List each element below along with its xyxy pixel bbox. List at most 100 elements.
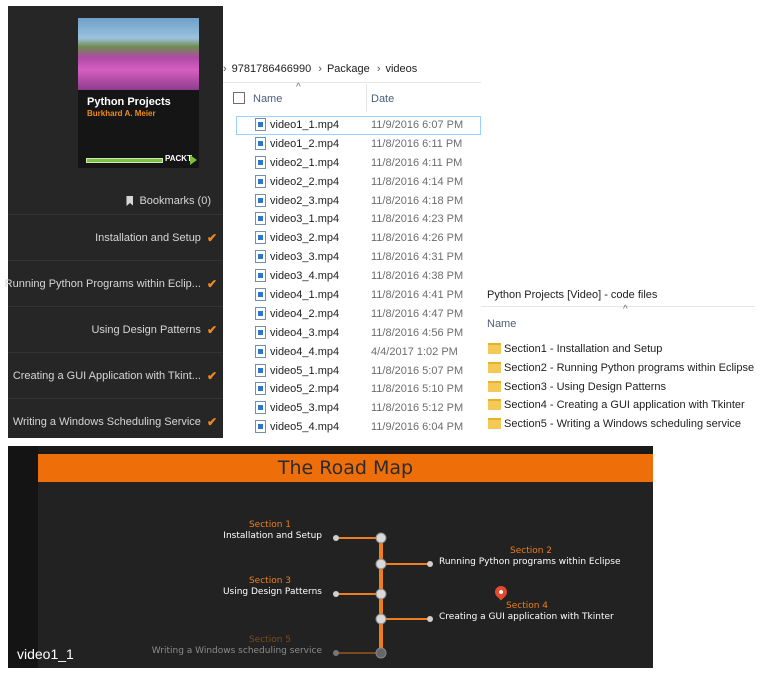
- column-date-header[interactable]: Date: [371, 93, 394, 105]
- file-name: video3_1.mp4: [270, 213, 340, 226]
- timeline-node: [375, 532, 387, 544]
- folder-name: Section2 - Running Python programs withi…: [504, 361, 755, 374]
- file-date: 11/8/2016 4:41 PM: [371, 289, 464, 302]
- select-all-checkbox[interactable]: [233, 92, 245, 104]
- file-row[interactable]: video3_2.mp4 11/8/2016 4:26 PM: [223, 229, 481, 248]
- file-row[interactable]: video5_3.mp4 11/8/2016 5:12 PM: [223, 399, 481, 418]
- folder-row[interactable]: Section4 - Creating a GUI application wi…: [481, 396, 755, 415]
- video-file-icon: [255, 193, 266, 207]
- file-name: video2_2.mp4: [270, 175, 340, 188]
- course-section-item[interactable]: Creating a GUI Application with Tkint...…: [8, 352, 223, 398]
- file-date: 11/8/2016 4:23 PM: [371, 213, 464, 226]
- section-title: Writing a Windows scheduling service: [151, 646, 322, 656]
- file-row[interactable]: video1_1.mp4 11/9/2016 6:07 PM: [236, 116, 481, 135]
- course-sidebar: Python Projects Burkhard A. Meier PACKT …: [5, 6, 223, 438]
- folder-row[interactable]: Section2 - Running Python programs withi…: [481, 359, 755, 378]
- file-name: video4_4.mp4: [270, 345, 340, 358]
- file-row[interactable]: video4_3.mp4 11/8/2016 4:56 PM: [223, 324, 481, 343]
- file-row[interactable]: video3_3.mp4 11/8/2016 4:31 PM: [223, 248, 481, 267]
- section-number: Section 3: [248, 576, 291, 586]
- file-row[interactable]: video4_2.mp4 11/8/2016 4:47 PM: [223, 305, 481, 324]
- video-file-icon: [255, 420, 266, 434]
- folder-name: Section3 - Using Design Patterns: [504, 380, 667, 393]
- file-name: video5_1.mp4: [270, 364, 340, 377]
- course-section-item[interactable]: Installation and Setup ✔: [8, 214, 223, 260]
- cover-author: Burkhard A. Meier: [87, 109, 156, 118]
- videos-explorer: › 9781786466990 › Package › videos ^ Name D…: [223, 56, 481, 438]
- file-name: video4_1.mp4: [270, 289, 340, 302]
- file-row[interactable]: video1_2.mp4 11/8/2016 6:11 PM: [223, 135, 481, 154]
- section-number: Section 5: [248, 635, 291, 645]
- file-date: 11/8/2016 5:10 PM: [371, 383, 464, 396]
- section-number: Section 1: [248, 520, 291, 530]
- checkmark-icon: ✔: [206, 368, 217, 383]
- folder-name: Section5 - Writing a Windows scheduling …: [504, 418, 742, 431]
- file-row[interactable]: video5_4.mp4 11/9/2016 6:04 PM: [223, 418, 481, 437]
- folder-row[interactable]: Section3 - Using Design Patterns: [481, 378, 755, 397]
- file-row[interactable]: video2_2.mp4 11/8/2016 4:14 PM: [223, 173, 481, 192]
- sort-ascending-icon: ^: [623, 304, 628, 315]
- file-row[interactable]: video4_4.mp4 4/4/2017 1:02 PM: [223, 343, 481, 362]
- breadcrumb: › 9781786466990 › Package › videos: [223, 63, 421, 75]
- folder-icon: [488, 361, 501, 373]
- cover-progress-bar: [86, 158, 163, 163]
- folder-row[interactable]: Section1 - Installation and Setup: [481, 340, 755, 359]
- file-row[interactable]: video5_2.mp4 11/8/2016 5:10 PM: [223, 380, 481, 399]
- column-divider[interactable]: [366, 84, 367, 112]
- checkmark-icon: ✔: [206, 414, 217, 429]
- file-row[interactable]: video4_1.mp4 11/8/2016 4:41 PM: [223, 286, 481, 305]
- breadcrumb-item[interactable]: videos: [385, 63, 417, 75]
- folder-list: Section1 - Installation and Setup Section…: [481, 340, 755, 434]
- column-name-header[interactable]: Name: [487, 318, 516, 330]
- course-section-label: Writing a Windows Scheduling Service: [12, 415, 201, 428]
- column-name-header[interactable]: Name: [253, 93, 282, 105]
- breadcrumb-separator: ›: [376, 63, 381, 75]
- file-row[interactable]: video5_1.mp4 11/8/2016 5:07 PM: [223, 362, 481, 381]
- file-date: 11/8/2016 4:11 PM: [371, 156, 463, 169]
- file-date: 11/8/2016 6:11 PM: [371, 137, 463, 150]
- publisher-logo: PACKT: [165, 154, 197, 165]
- section-title: Running Python programs within Eclipse: [439, 557, 621, 567]
- file-date: 11/9/2016 6:07 PM: [371, 119, 464, 131]
- file-name: video2_3.mp4: [270, 194, 340, 207]
- folder-row[interactable]: Section5 - Writing a Windows scheduling …: [481, 415, 755, 434]
- section-number: Section 4: [506, 601, 549, 611]
- breadcrumb-item[interactable]: 9781786466990: [232, 63, 312, 75]
- file-date: 11/8/2016 4:56 PM: [371, 326, 464, 339]
- section-number: Section 2: [510, 546, 553, 556]
- file-row[interactable]: video2_3.mp4 11/8/2016 4:18 PM: [223, 192, 481, 211]
- video-file-icon: [255, 155, 266, 169]
- folder-icon: [488, 343, 501, 354]
- file-date: 11/8/2016 4:18 PM: [371, 194, 464, 207]
- file-date: 11/8/2016 4:31 PM: [371, 251, 464, 264]
- file-date: 11/9/2016 6:04 PM: [371, 421, 464, 434]
- file-row[interactable]: video2_1.mp4 11/8/2016 4:11 PM: [223, 154, 481, 173]
- file-row[interactable]: video3_1.mp4 11/8/2016 4:23 PM: [223, 210, 481, 229]
- video-file-icon: [255, 250, 266, 264]
- file-row[interactable]: video3_4.mp4 11/8/2016 4:38 PM: [223, 267, 481, 286]
- timeline-node: [375, 558, 387, 570]
- divider: [223, 82, 481, 83]
- file-name: video5_3.mp4: [270, 402, 340, 415]
- course-section-item[interactable]: Writing a Windows Scheduling Service ✔: [8, 398, 223, 444]
- course-section-label: Using Design Patterns: [91, 323, 201, 336]
- file-name: video5_2.mp4: [270, 383, 340, 396]
- file-date: 11/8/2016 4:26 PM: [371, 232, 464, 245]
- file-date: 11/8/2016 4:14 PM: [371, 175, 464, 188]
- course-section-label: Installation and Setup: [95, 231, 201, 244]
- video-file-icon: [255, 325, 266, 339]
- file-date: 11/8/2016 5:12 PM: [371, 402, 464, 415]
- folder-icon: [488, 380, 501, 392]
- video-file-icon: [255, 136, 266, 150]
- video-label: video1_1: [17, 646, 74, 662]
- file-date: 11/8/2016 4:38 PM: [371, 270, 464, 283]
- section-title: Installation and Setup: [223, 531, 322, 541]
- video-player[interactable]: The Road Map Section 1 Installation and S…: [8, 446, 653, 668]
- course-cover[interactable]: Python Projects Burkhard A. Meier PACKT: [78, 18, 199, 168]
- section-title: Creating a GUI application with Tkinter: [439, 612, 614, 622]
- breadcrumb-item[interactable]: Package: [327, 63, 370, 75]
- course-section-item[interactable]: Running Python Programs within Eclip... ✔: [5, 260, 223, 306]
- course-section-item[interactable]: Using Design Patterns ✔: [8, 306, 223, 352]
- folder-icon: [488, 399, 501, 411]
- bookmark-icon: [126, 196, 134, 206]
